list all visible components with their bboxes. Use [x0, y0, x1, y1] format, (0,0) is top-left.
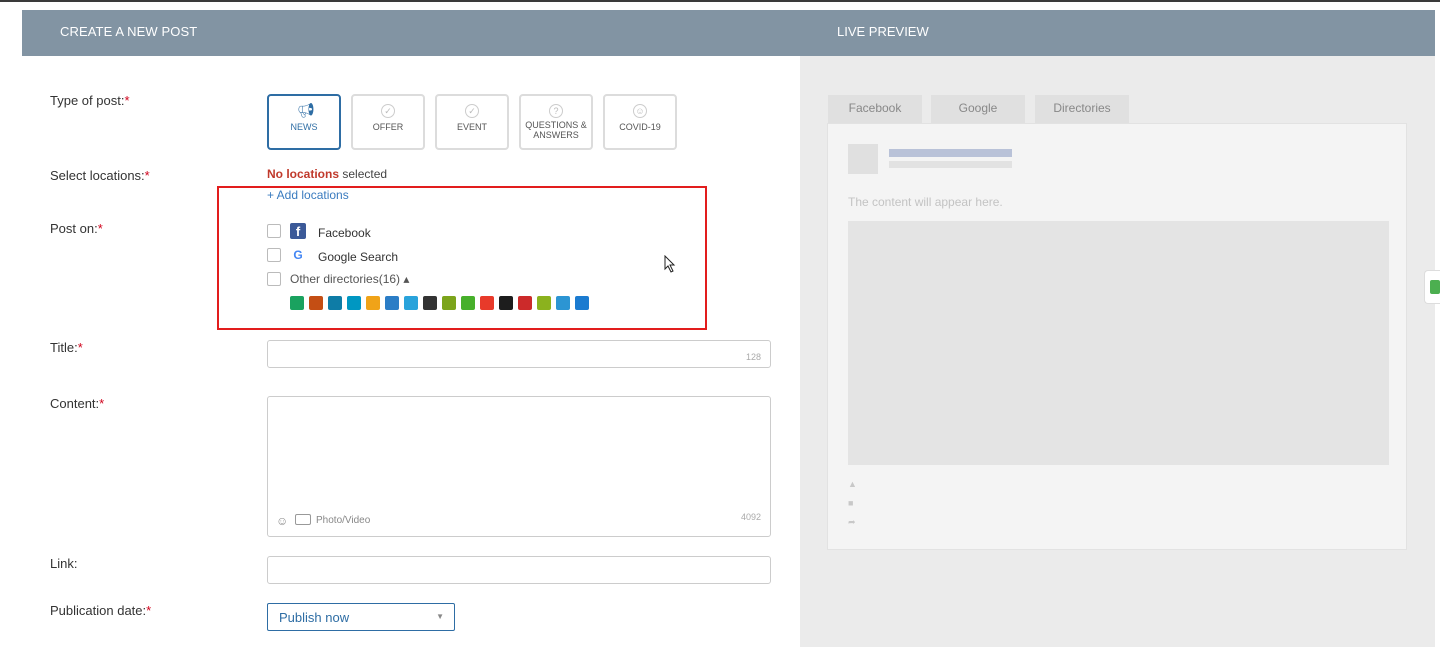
- title-text: Title:: [50, 340, 78, 355]
- image-placeholder: [848, 221, 1389, 465]
- highlight-box: [217, 186, 707, 330]
- camera-icon[interactable]: [295, 514, 311, 525]
- create-post-title: CREATE A NEW POST: [60, 24, 198, 39]
- post-type-offer-button[interactable]: ✓ OFFER: [351, 94, 425, 150]
- content-textarea[interactable]: ☺ Photo/Video 4092: [267, 396, 771, 537]
- publication-date-text: Publication date:: [50, 603, 147, 618]
- tab-directories[interactable]: Directories: [1035, 95, 1129, 123]
- type-of-post-label: Type of post:*: [50, 93, 130, 108]
- required-mark: *: [97, 221, 103, 236]
- avatar-placeholder: [848, 144, 878, 174]
- content-text: Content:: [50, 396, 100, 411]
- virus-icon: ☺: [633, 104, 647, 118]
- like-icon: ▲: [848, 479, 857, 489]
- widget-icon: [1430, 280, 1440, 294]
- required-mark: *: [144, 168, 150, 183]
- link-label: Link:: [50, 556, 77, 571]
- required-mark: *: [124, 93, 130, 108]
- required-mark: *: [99, 396, 105, 411]
- post-on-text: Post on:: [50, 221, 98, 236]
- locations-suffix: selected: [339, 167, 388, 181]
- live-preview-title: LIVE PREVIEW: [837, 24, 929, 39]
- share-icon: ➦: [848, 517, 856, 527]
- emoji-icon[interactable]: ☺: [276, 514, 288, 528]
- required-mark: *: [77, 340, 83, 355]
- mouse-cursor-icon: [664, 255, 676, 273]
- title-char-counter: 128: [745, 352, 761, 362]
- post-on-label: Post on:*: [50, 221, 103, 236]
- required-mark: *: [146, 603, 152, 618]
- post-type-label: QUESTIONS & ANSWERS: [525, 120, 587, 140]
- select-locations-label: Select locations:*: [50, 168, 150, 183]
- tab-google[interactable]: Google: [931, 95, 1025, 123]
- preview-placeholder-text: The content will appear here.: [848, 195, 1003, 209]
- post-type-label: OFFER: [372, 122, 404, 132]
- publication-date-select[interactable]: Publish now ▼: [267, 603, 455, 631]
- comment-icon: ■: [848, 498, 854, 508]
- post-type-covid-button[interactable]: ☺ COVID-19: [603, 94, 677, 150]
- link-text: Link:: [50, 556, 78, 571]
- feedback-side-tab[interactable]: [1424, 270, 1440, 304]
- select-locations-text: Select locations:: [50, 168, 145, 183]
- top-border: [0, 0, 1440, 9]
- question-icon: ?: [549, 104, 563, 118]
- photo-video-button[interactable]: Photo/Video: [316, 515, 370, 526]
- title-input[interactable]: 128: [267, 340, 771, 368]
- title-label: Title:*: [50, 340, 83, 355]
- post-type-label: COVID-19: [619, 122, 661, 132]
- post-form-panel: Type of post:* 📢︎ NEWS ✓ OFFER ✓ EVENT ?…: [22, 56, 800, 647]
- tab-facebook[interactable]: Facebook: [828, 95, 922, 123]
- post-type-label: EVENT: [456, 122, 487, 132]
- content-label: Content:*: [50, 396, 104, 411]
- chevron-down-icon: ▼: [436, 612, 444, 621]
- post-type-event-button[interactable]: ✓ EVENT: [435, 94, 509, 150]
- locations-count: No locations: [267, 167, 340, 181]
- page-header: CREATE A NEW POST LIVE PREVIEW: [22, 10, 1435, 56]
- live-preview-panel: Facebook Google Directories The content …: [800, 56, 1435, 647]
- check-circle-icon: ✓: [381, 104, 395, 118]
- preview-card: The content will appear here. ▲ ■ ➦: [827, 123, 1407, 550]
- type-of-post-text: Type of post:: [50, 93, 125, 108]
- locations-status: No locations selected: [267, 167, 387, 181]
- publication-date-value: Publish now: [279, 610, 350, 625]
- subtitle-placeholder: [889, 161, 1012, 168]
- check-circle-icon: ✓: [465, 104, 479, 118]
- name-placeholder: [889, 149, 1012, 157]
- post-type-news-button[interactable]: 📢︎ NEWS: [267, 94, 341, 150]
- post-type-label: NEWS: [290, 122, 318, 132]
- publication-date-label: Publication date:*: [50, 603, 151, 618]
- content-char-counter: 4092: [740, 512, 761, 522]
- post-type-qa-button[interactable]: ? QUESTIONS & ANSWERS: [519, 94, 593, 150]
- megaphone-icon: 📢︎: [297, 102, 315, 118]
- link-input[interactable]: [267, 556, 771, 584]
